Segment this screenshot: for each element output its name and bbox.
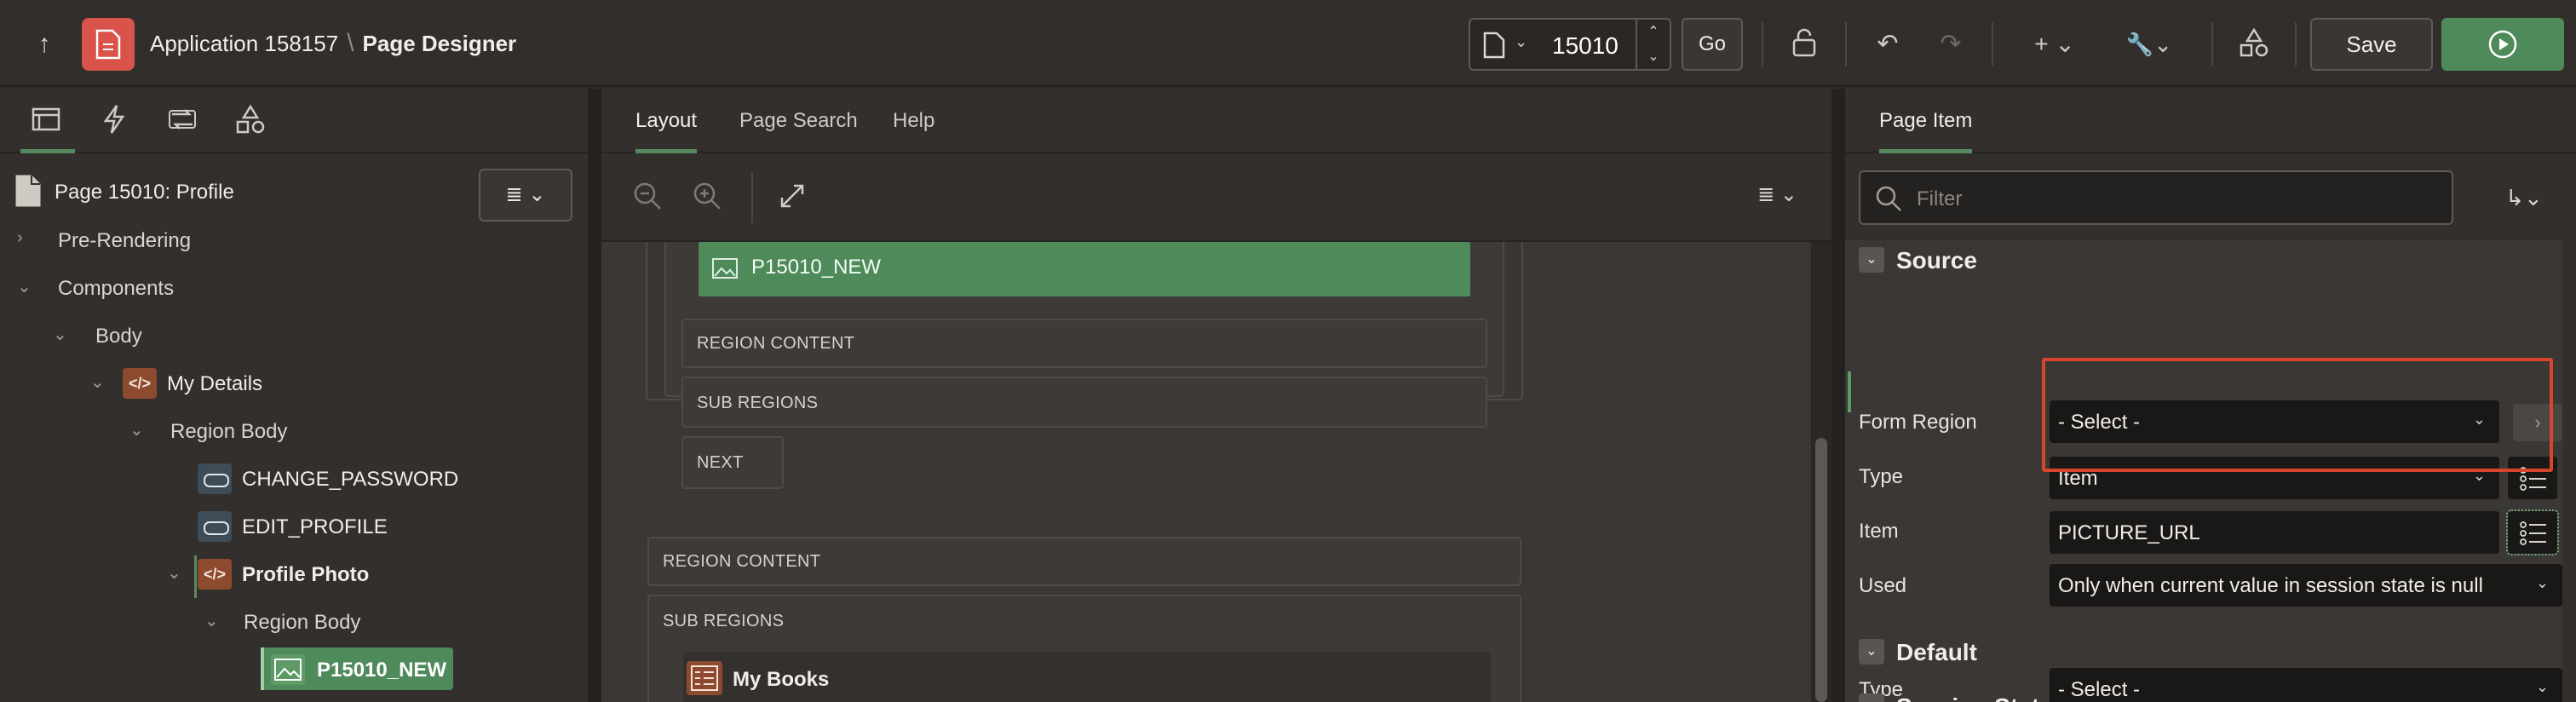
page-number-stepper[interactable]: ⌃ ⌄ <box>1636 20 1670 69</box>
chevron-right-icon[interactable]: › <box>17 228 37 248</box>
scrollbar-thumb[interactable] <box>1815 438 1827 702</box>
item-label: Item <box>1859 520 1899 543</box>
page-number-input[interactable]: 15010 <box>1552 32 1619 60</box>
shared-components-tab-icon[interactable] <box>235 104 269 138</box>
button-icon <box>198 463 232 494</box>
chevron-down-icon: ⌄ <box>2535 678 2549 695</box>
source-used-select[interactable]: Only when current value in session state… <box>2050 564 2562 607</box>
chevron-down-icon[interactable]: ⌄ <box>17 276 37 297</box>
button-icon <box>198 511 232 542</box>
utilities-wrench-icon[interactable]: 🔧⌄ <box>2119 27 2179 61</box>
drop-zone-next[interactable]: NEXT <box>681 436 784 489</box>
layout-toolbar: ≣ ⌄ <box>601 155 1831 242</box>
increment-icon[interactable]: ⌃ <box>1637 20 1670 44</box>
tree-selection-marker <box>261 647 264 690</box>
zoom-in-icon[interactable] <box>692 181 726 215</box>
go-to-group-icon[interactable]: ↳⌄ <box>2486 174 2562 222</box>
redo-icon[interactable]: ↷ <box>1934 27 1968 61</box>
chevron-down-icon[interactable]: ⌄ <box>1515 33 1527 51</box>
save-button[interactable]: Save <box>2310 18 2433 71</box>
run-page-button[interactable] <box>2441 18 2564 71</box>
page-selector[interactable]: ⌄ 15010 ⌃ ⌄ <box>1469 18 1671 71</box>
chevron-down-icon: ⌄ <box>2535 574 2549 591</box>
static-content-region-icon: </> <box>123 368 157 399</box>
undo-icon[interactable]: ↶ <box>1871 27 1905 61</box>
search-icon <box>1876 186 1901 211</box>
toolbar-divider <box>1992 22 1993 66</box>
layout-canvas: P15010_NEW REGION CONTENT SUB REGIONS NE… <box>601 242 1811 702</box>
region-my-books[interactable]: My Books <box>683 653 1491 702</box>
chevron-down-icon[interactable]: ⌄ <box>1859 693 1884 702</box>
processing-tab-icon[interactable] <box>167 104 201 138</box>
breadcrumb-page-designer: Page Designer <box>362 31 517 56</box>
expand-icon[interactable] <box>777 181 811 215</box>
item-list-button[interactable] <box>2506 509 2559 555</box>
toolbar-divider <box>1845 22 1847 66</box>
layout-pane: Layout Page Search Help ≣ ⌄ P15010_NEW R… <box>601 89 1831 702</box>
list-icon <box>2520 521 2546 545</box>
tree-menu-button[interactable]: ≣ ⌄ <box>479 169 572 222</box>
source-item-input[interactable]: PICTURE_URL <box>2050 511 2499 554</box>
top-bar: ↑ Application 158157 \ Page Designer ⌄ 150… <box>0 0 2576 87</box>
center-tabs: Layout Page Search Help <box>601 89 1831 153</box>
image-item-icon <box>271 654 305 685</box>
chevron-down-icon[interactable]: ⌄ <box>204 610 225 631</box>
toolbar-divider <box>1762 22 1763 66</box>
shared-components-icon[interactable] <box>2237 27 2271 61</box>
chevron-down-icon[interactable]: ⌄ <box>129 419 150 440</box>
left-pane-tabs <box>0 89 588 153</box>
tab-help[interactable]: Help <box>893 109 934 133</box>
application-icon[interactable] <box>82 18 135 71</box>
toolbar-divider <box>2295 22 2297 66</box>
rendering-tab-icon[interactable] <box>20 104 75 153</box>
pane-splitter-right[interactable] <box>1831 89 1845 702</box>
up-arrow-icon[interactable]: ↑ <box>27 27 61 61</box>
type-label: Type <box>1859 465 1904 488</box>
page-icon <box>15 175 41 207</box>
classic-report-icon <box>687 661 722 695</box>
layout-menu-icon[interactable]: ≣ ⌄ <box>1757 182 1797 207</box>
chevron-down-icon[interactable]: ⌄ <box>1859 247 1884 273</box>
rendering-tree-pane: Page 15010: Profile ≣ ⌄ › Pre-Rendering … <box>0 89 588 702</box>
static-content-region-icon: </> <box>198 559 232 590</box>
used-label: Used <box>1859 574 1907 597</box>
pane-splitter-left[interactable] <box>588 89 601 702</box>
go-button[interactable]: Go <box>1682 18 1743 71</box>
breadcrumb-application[interactable]: Application 158157 <box>150 31 338 56</box>
dynamic-actions-tab-icon[interactable] <box>99 104 133 138</box>
highlight-box <box>2042 358 2553 472</box>
decrement-icon[interactable]: ⌄ <box>1637 44 1670 69</box>
image-item-icon <box>712 258 738 279</box>
tree-guide-line <box>194 555 197 598</box>
play-icon <box>2488 30 2517 59</box>
lock-icon[interactable] <box>1787 27 1821 61</box>
form-region-label: Form Region <box>1859 411 1977 434</box>
tab-page-item[interactable]: Page Item <box>1879 109 1973 153</box>
toolbar-divider <box>2211 22 2213 66</box>
property-filter[interactable]: Filter <box>1859 170 2453 225</box>
chevron-down-icon[interactable]: ⌄ <box>167 562 187 584</box>
page-item-p15010-new[interactable]: P15010_NEW <box>699 242 1470 296</box>
toolbar-divider <box>751 172 753 223</box>
tab-page-search[interactable]: Page Search <box>739 109 858 133</box>
drop-zone-region-content-outer[interactable]: REGION CONTENT <box>647 537 1521 586</box>
changed-property-marker <box>1848 371 1851 412</box>
chevron-down-icon[interactable]: ⌄ <box>90 371 111 393</box>
filter-input[interactable]: Filter <box>1917 187 1962 211</box>
chevron-down-icon[interactable]: ⌄ <box>1859 639 1884 665</box>
drop-zone-sub-regions[interactable]: SUB REGIONS <box>681 377 1487 428</box>
chevron-down-icon[interactable]: ⌄ <box>53 324 73 345</box>
tab-layout[interactable]: Layout <box>635 109 698 153</box>
zoom-out-icon[interactable] <box>632 181 666 215</box>
default-type-select[interactable]: - Select - ⌄ <box>2050 668 2562 702</box>
page-icon <box>1483 32 1505 59</box>
drop-zone-region-content[interactable]: REGION CONTENT <box>681 319 1487 368</box>
canvas-scrollbar[interactable] <box>1811 242 1831 702</box>
property-editor-tabs: Page Item <box>1845 89 2576 153</box>
breadcrumb: Application 158157 \ Page Designer <box>150 29 517 57</box>
create-menu-icon[interactable]: + ⌄ <box>2029 27 2080 61</box>
